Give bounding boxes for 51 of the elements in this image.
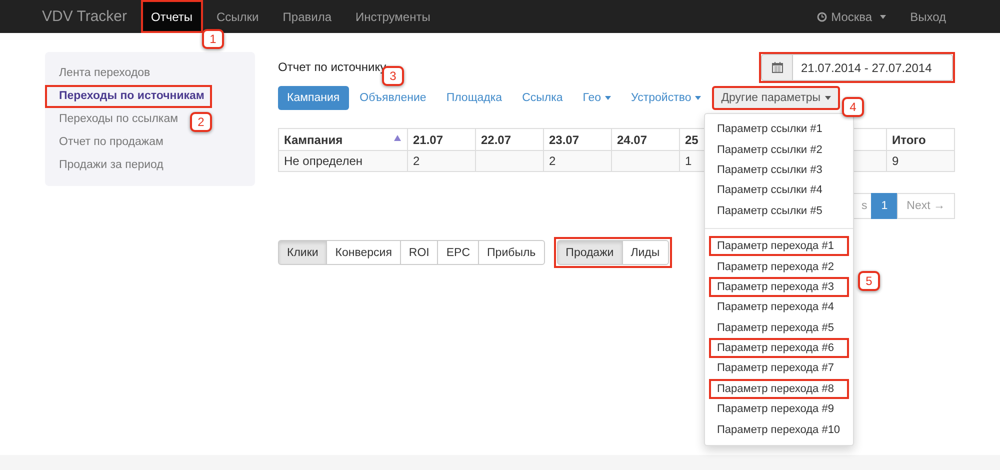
menu-item[interactable]: Параметр перехода #3	[709, 276, 849, 298]
menu-item[interactable]: Параметр ссылки #5	[709, 200, 849, 221]
menu-item[interactable]: Параметр перехода #6	[709, 338, 849, 358]
table-cell: 9	[886, 150, 954, 172]
metric-button[interactable]: Продажи	[556, 240, 623, 265]
report-title: Отчет по источнику	[278, 60, 386, 74]
logout-link[interactable]: Выход	[898, 0, 958, 33]
callout-badge: 1	[202, 29, 224, 49]
sidebar-item[interactable]: Лента переходов	[45, 62, 158, 85]
calendar-icon	[772, 62, 782, 73]
sidebar-item[interactable]: Переходы по источникам	[45, 84, 212, 108]
nav-link[interactable]: Правила	[272, 0, 342, 33]
menu-item[interactable]: Параметр перехода #9	[709, 399, 849, 420]
menu-item[interactable]: Параметр ссылки #4	[709, 180, 849, 201]
sidebar-item[interactable]: Переходы по ссылкам	[45, 108, 186, 130]
sidebar-item[interactable]: Отчет по продажам	[45, 130, 172, 154]
tab[interactable]: Гео	[574, 86, 620, 110]
metric-button[interactable]: EPC	[437, 240, 480, 265]
callout-badge: 2	[190, 112, 212, 132]
table-cell: Не определен	[278, 150, 408, 172]
tab[interactable]: Объявление	[350, 86, 436, 110]
menu-item[interactable]: Параметр перехода #7	[709, 358, 849, 379]
menu-item[interactable]: Параметр перехода #10	[709, 419, 849, 440]
menu-item[interactable]: Параметр перехода #4	[709, 297, 849, 318]
page-link[interactable]: 1	[871, 193, 898, 219]
table-cell: 2	[408, 150, 476, 172]
caret-icon	[880, 14, 886, 18]
tab[interactable]: Устройство	[622, 86, 710, 110]
sidebar-item[interactable]: Продажи за период	[45, 153, 172, 176]
callout-badge: 4	[842, 97, 864, 117]
tab[interactable]: Другие параметры	[712, 86, 840, 110]
menu-item[interactable]: Параметр перехода #8	[709, 378, 849, 400]
metric-button[interactable]: Прибыль	[478, 240, 545, 265]
callout-badge: 5	[858, 271, 880, 291]
table-cell: 2	[544, 150, 612, 172]
tab[interactable]: Ссылка	[513, 86, 572, 110]
menu-item[interactable]: Параметр перехода #2	[709, 256, 849, 277]
city-dropdown[interactable]: Москва	[805, 0, 898, 33]
nav-link[interactable]: Отчеты	[141, 0, 203, 33]
metric-button[interactable]: ROI	[400, 240, 438, 265]
metric-button[interactable]: Лиды	[622, 240, 669, 265]
brand-logo[interactable]: VDV Tracker	[42, 0, 128, 33]
metric-button[interactable]: Конверсия	[326, 240, 401, 265]
nav-link[interactable]: Инструменты	[346, 0, 440, 33]
clock-icon	[817, 12, 828, 22]
menu-item[interactable]: Параметр перехода #5	[709, 318, 849, 338]
tab[interactable]: Кампания	[278, 86, 349, 110]
tab[interactable]: Площадка	[437, 86, 512, 110]
menu-item[interactable]: Параметр перехода #1	[709, 236, 849, 256]
metric-button[interactable]: Клики	[278, 240, 328, 265]
column-header: Кампания	[278, 128, 408, 150]
